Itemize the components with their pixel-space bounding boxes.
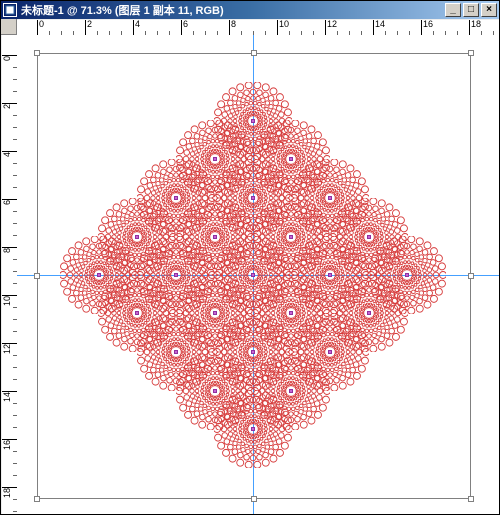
transform-handle-ne[interactable] bbox=[468, 50, 474, 56]
ruler-origin[interactable] bbox=[1, 19, 17, 35]
minimize-button[interactable]: _ bbox=[445, 3, 461, 17]
client-area: 024681012141618 024681012141618 bbox=[1, 19, 499, 514]
window-buttons: _ □ × bbox=[445, 3, 497, 17]
transform-handle-se[interactable] bbox=[468, 496, 474, 502]
canvas[interactable] bbox=[17, 35, 499, 514]
close-button[interactable]: × bbox=[481, 3, 497, 17]
transform-handle-n[interactable] bbox=[251, 50, 257, 56]
maximize-button[interactable]: □ bbox=[463, 3, 479, 17]
transform-handle-e[interactable] bbox=[468, 273, 474, 279]
document-window: 未标题-1 @ 71.3% (图层 1 副本 11, RGB) _ □ × 02… bbox=[0, 0, 500, 515]
window-title: 未标题-1 @ 71.3% (图层 1 副本 11, RGB) bbox=[21, 2, 445, 18]
transform-handle-s[interactable] bbox=[251, 496, 257, 502]
titlebar[interactable]: 未标题-1 @ 71.3% (图层 1 副本 11, RGB) _ □ × bbox=[1, 1, 499, 19]
transform-handle-sw[interactable] bbox=[34, 496, 40, 502]
app-icon bbox=[3, 3, 17, 17]
transform-handle-nw[interactable] bbox=[34, 50, 40, 56]
transform-bounding-box[interactable] bbox=[37, 53, 471, 499]
transform-handle-w[interactable] bbox=[34, 273, 40, 279]
